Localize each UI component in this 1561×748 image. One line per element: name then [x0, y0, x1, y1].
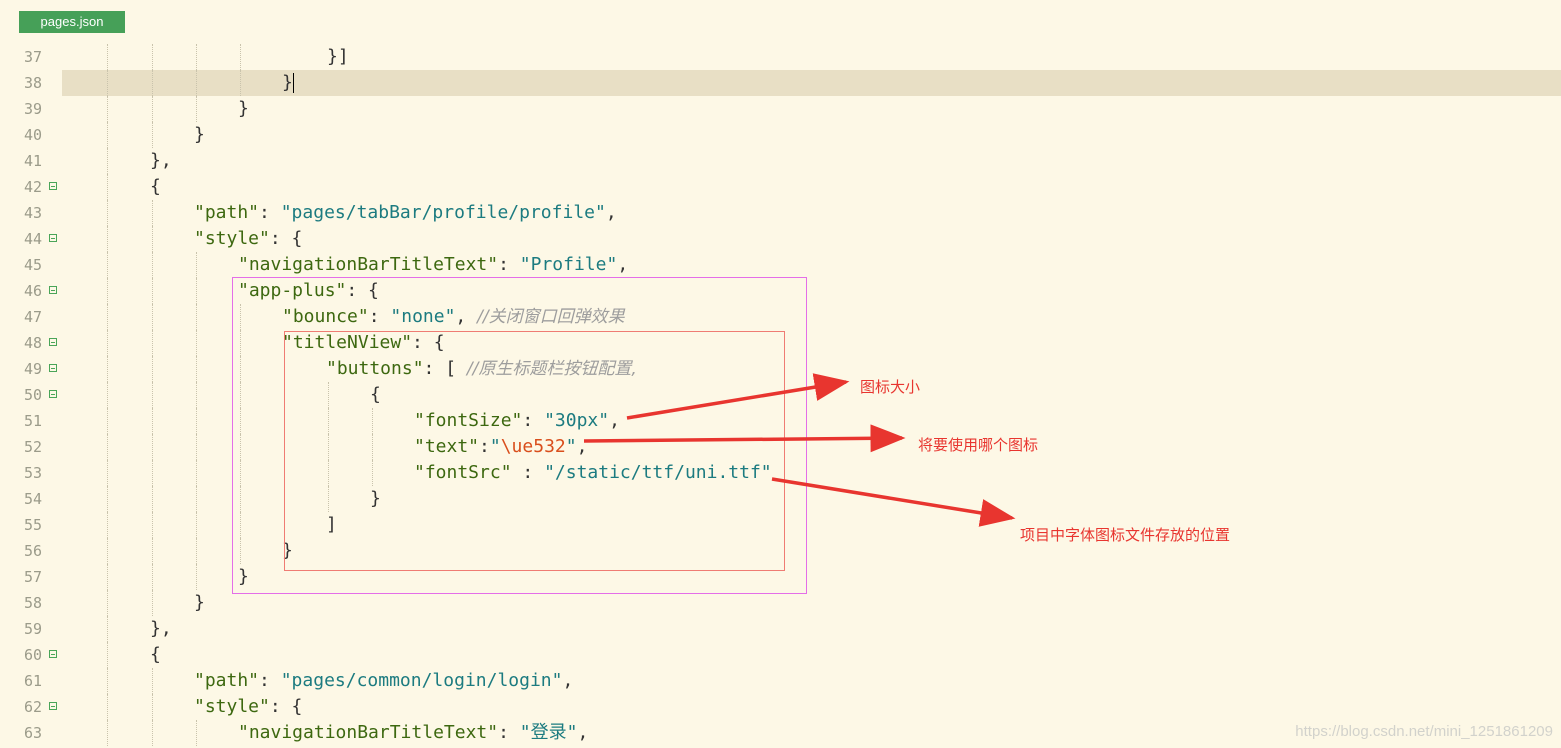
arrow-to-font-location: [771, 477, 1016, 527]
watermark: https://blog.csdn.net/mini_1251861209: [1295, 723, 1553, 740]
annotation-icon-size: 图标大小: [860, 379, 921, 396]
code-editor[interactable]: pages.json 37 38 39 40 41 42 43 44 45 46 47 48 49 50 5…: [0, 0, 1561, 748]
annotation-which-icon: 将要使用哪个图标: [918, 437, 1039, 454]
annotation-arrows: [583, 373, 1016, 527]
annotation-font-location: 项目中字体图标文件存放的位置: [1020, 527, 1231, 544]
arrow-to-which-icon: [583, 424, 906, 453]
arrow-to-icon-size: [626, 373, 850, 420]
